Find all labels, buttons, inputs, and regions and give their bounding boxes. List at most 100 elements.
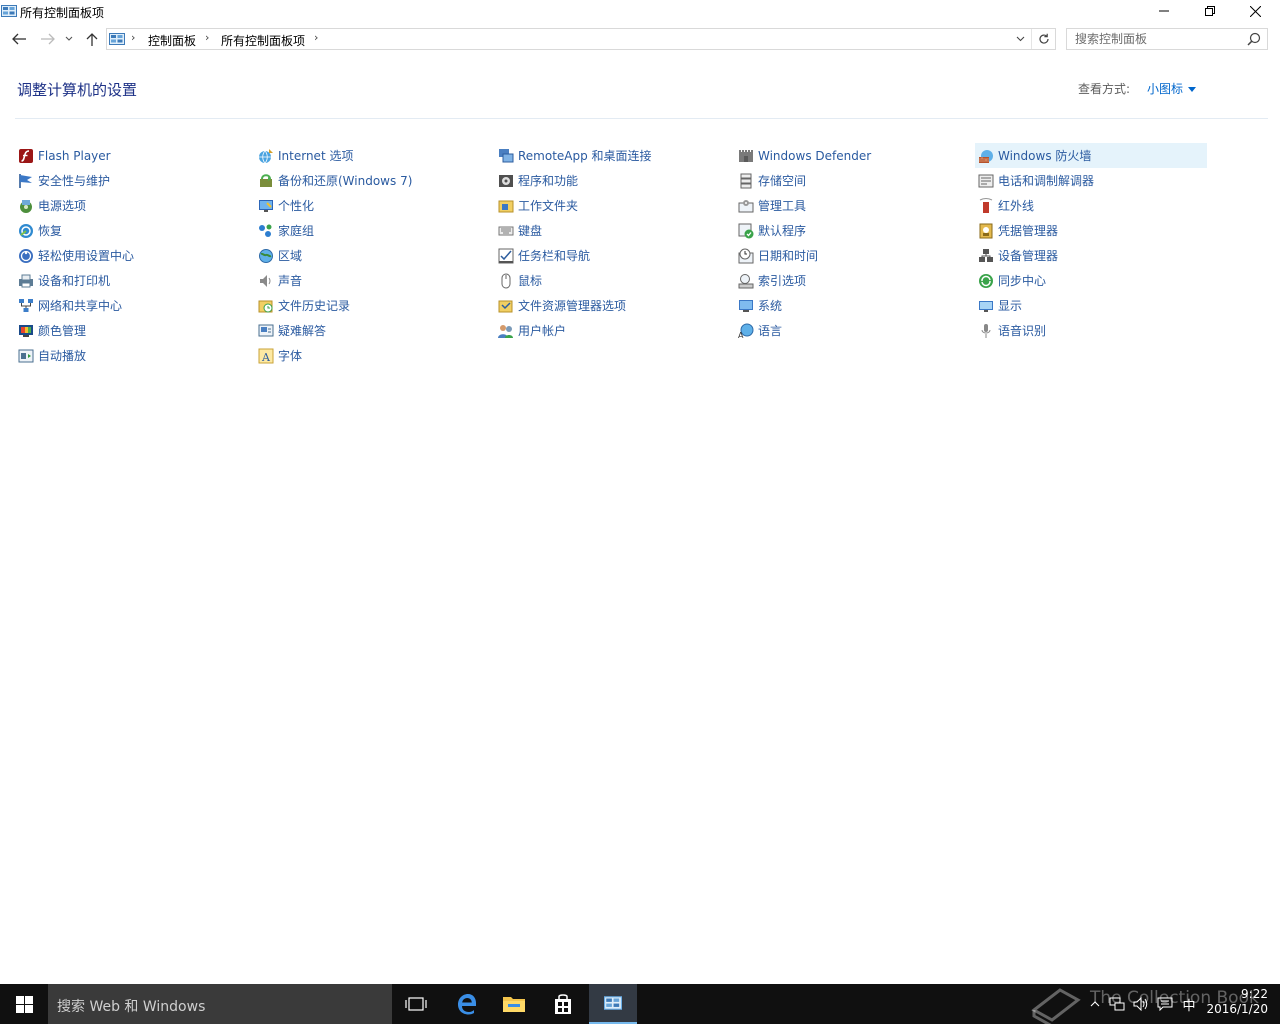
breadcrumb-all-items[interactable]: 所有控制面板项 [221,32,305,49]
control-panel-item[interactable]: 红外线 [975,193,1207,218]
control-panel-item-label[interactable]: 字体 [278,347,302,364]
address-history-button[interactable] [1011,29,1029,49]
ime-indicator[interactable]: 中 [1178,984,1200,1024]
control-panel-item[interactable]: 语音识别 [975,318,1207,343]
search-input[interactable] [1075,31,1235,47]
control-panel-item-label[interactable]: 语音识别 [998,322,1046,339]
control-panel-item-label[interactable]: 程序和功能 [518,172,578,189]
control-panel-item[interactable]: 文件历史记录 [255,293,487,318]
control-panel-item[interactable]: 任务栏和导航 [495,243,727,268]
control-panel-item-label[interactable]: 轻松使用设置中心 [38,247,134,264]
show-hidden-icons-button[interactable] [1086,984,1104,1024]
search-box[interactable] [1066,28,1268,50]
control-panel-item-label[interactable]: RemoteApp 和桌面连接 [518,147,652,164]
control-panel-item[interactable]: 系统 [735,293,967,318]
control-panel-item[interactable]: 程序和功能 [495,168,727,193]
control-panel-item[interactable]: 默认程序 [735,218,967,243]
control-panel-item-label[interactable]: 恢复 [38,222,62,239]
breadcrumb-separator[interactable]: › [131,31,135,44]
control-panel-item-label[interactable]: Windows Defender [758,149,871,163]
address-bar[interactable]: › 控制面板 › 所有控制面板项 › [106,28,1056,50]
control-panel-item-label[interactable]: 家庭组 [278,222,314,239]
control-panel-item-label[interactable]: 同步中心 [998,272,1046,289]
control-panel-item-label[interactable]: 文件资源管理器选项 [518,297,626,314]
control-panel-item[interactable]: 电话和调制解调器 [975,168,1207,193]
breadcrumb-control-panel[interactable]: 控制面板 [148,32,196,49]
control-panel-item-label[interactable]: 安全性与维护 [38,172,110,189]
restore-button[interactable] [1187,0,1233,22]
minimize-button[interactable] [1141,0,1187,22]
control-panel-item-label[interactable]: Windows 防火墙 [998,147,1091,164]
control-panel-item-label[interactable]: 任务栏和导航 [518,247,590,264]
task-view-button[interactable] [392,984,440,1024]
control-panel-item-label[interactable]: 区域 [278,247,302,264]
breadcrumb-separator[interactable]: › [205,31,209,44]
clock[interactable]: 9:22 2016/1/20 [1206,987,1268,1017]
control-panel-item[interactable]: 自动播放 [15,343,247,368]
taskbar-search[interactable]: 搜索 Web 和 Windows [48,984,392,1024]
control-panel-item[interactable]: Windows 防火墙 [975,143,1207,168]
network-tray-button[interactable] [1106,984,1128,1024]
search-icon[interactable] [1247,32,1261,46]
control-panel-item[interactable]: 键盘 [495,218,727,243]
control-panel-item[interactable]: 索引选项 [735,268,967,293]
view-by-value[interactable]: 小图标 [1147,82,1183,96]
control-panel-item[interactable]: 显示 [975,293,1207,318]
control-panel-item-label[interactable]: 语言 [758,322,782,339]
control-panel-taskbar-button[interactable] [589,984,637,1024]
control-panel-item-label[interactable]: 默认程序 [758,222,806,239]
control-panel-item-label[interactable]: 疑难解答 [278,322,326,339]
control-panel-item[interactable]: 恢复 [15,218,247,243]
action-center-button[interactable] [1154,984,1176,1024]
control-panel-item[interactable]: 管理工具 [735,193,967,218]
control-panel-item-label[interactable]: 显示 [998,297,1022,314]
control-panel-item[interactable]: 工作文件夹 [495,193,727,218]
control-panel-item[interactable]: 声音 [255,268,487,293]
control-panel-item[interactable]: 设备和打印机 [15,268,247,293]
control-panel-item-label[interactable]: 个性化 [278,197,314,214]
control-panel-item-label[interactable]: 管理工具 [758,197,806,214]
control-panel-item-label[interactable]: 备份和还原(Windows 7) [278,172,412,189]
recent-locations-button[interactable] [62,29,76,49]
control-panel-item[interactable]: 设备管理器 [975,243,1207,268]
control-panel-item[interactable]: 日期和时间 [735,243,967,268]
control-panel-item[interactable]: RemoteApp 和桌面连接 [495,143,727,168]
control-panel-item-label[interactable]: 声音 [278,272,302,289]
control-panel-item-label[interactable]: 存储空间 [758,172,806,189]
control-panel-item-label[interactable]: 系统 [758,297,782,314]
forward-button[interactable] [38,29,58,49]
control-panel-item-label[interactable]: Internet 选项 [278,147,353,164]
control-panel-item[interactable]: 安全性与维护 [15,168,247,193]
breadcrumb-separator[interactable]: › [314,31,318,44]
volume-button[interactable] [1130,984,1152,1024]
control-panel-item-label[interactable]: 电话和调制解调器 [998,172,1094,189]
control-panel-item-label[interactable]: 文件历史记录 [278,297,350,314]
control-panel-item[interactable]: 存储空间 [735,168,967,193]
control-panel-item-label[interactable]: 网络和共享中心 [38,297,122,314]
control-panel-item[interactable]: 备份和还原(Windows 7) [255,168,487,193]
control-panel-item-label[interactable]: 电源选项 [38,197,86,214]
up-button[interactable] [82,29,102,49]
control-panel-item[interactable]: 家庭组 [255,218,487,243]
refresh-button[interactable] [1031,29,1055,49]
control-panel-item[interactable]: 文件资源管理器选项 [495,293,727,318]
control-panel-item-label[interactable]: 凭据管理器 [998,222,1058,239]
control-panel-item[interactable]: Windows Defender [735,143,967,168]
back-button[interactable] [9,29,29,49]
control-panel-item[interactable]: A 字体 [255,343,487,368]
control-panel-item[interactable]: 凭据管理器 [975,218,1207,243]
control-panel-item[interactable]: 网络和共享中心 [15,293,247,318]
control-panel-item-label[interactable]: 索引选项 [758,272,806,289]
taskbar-search-text[interactable]: 搜索 Web 和 Windows [57,996,205,1016]
control-panel-item[interactable]: 电源选项 [15,193,247,218]
control-panel-item[interactable]: Internet 选项 [255,143,487,168]
control-panel-item-label[interactable]: 鼠标 [518,272,542,289]
control-panel-item-label[interactable]: 设备管理器 [998,247,1058,264]
view-by-dropdown[interactable]: 小图标 [1147,80,1197,97]
edge-button[interactable] [442,984,490,1024]
control-panel-item-label[interactable]: 用户帐户 [518,322,566,339]
file-explorer-button[interactable] [490,984,538,1024]
start-button[interactable] [0,984,48,1024]
control-panel-item[interactable]: 鼠标 [495,268,727,293]
store-button[interactable] [539,984,587,1024]
